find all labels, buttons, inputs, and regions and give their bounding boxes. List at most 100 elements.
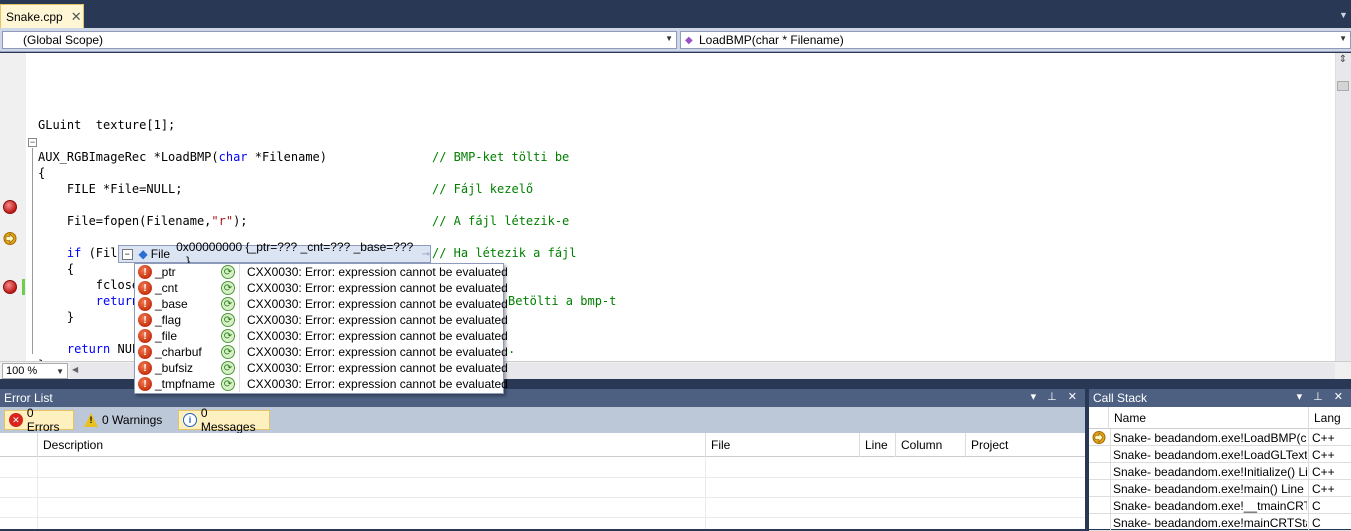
pin-icon[interactable]: ⊸ [422,249,430,260]
member-value: CXX0030: Error: expression cannot be eva… [247,377,508,391]
call-stack-row[interactable]: Snake- beadandom.exe!LoadBMP(char * File… [1089,429,1351,446]
column-header-name[interactable]: Name [1108,407,1308,429]
member-name: _file [155,329,178,343]
call-stack-panel: Call Stack ▾ ⊥ ✕ Name Lang Snake- beadan… [1089,389,1351,531]
column-header-lang[interactable]: Lang [1308,407,1351,429]
chevron-down-icon: ▼ [1339,34,1347,43]
datatip-member-row[interactable]: ! _file ⟳ CXX0030: Error: expression cannot… [135,328,508,344]
column-header-project[interactable]: Project [965,433,1085,457]
frame-language: C++ [1308,463,1351,480]
errors-filter-button[interactable]: ✕ 0 Errors [4,406,74,434]
refresh-icon[interactable]: ⟳ [221,345,235,359]
refresh-icon[interactable]: ⟳ [221,281,235,295]
close-icon[interactable]: ✕ [71,9,82,25]
call-stack-row[interactable]: Snake- beadandom.exe!__tmainCRTStartup()… [1089,497,1351,514]
tab-snake-cpp[interactable]: Snake.cpp ✕ [0,4,84,28]
messages-filter-button[interactable]: i 0 Messages [178,406,270,434]
divider [239,376,240,392]
frame-name: Snake- beadandom.exe!LoadGLTextures() [1110,446,1307,463]
grid-line [0,517,1085,518]
member-value: CXX0030: Error: expression cannot be eva… [247,329,508,343]
column-header-line[interactable]: Line [859,433,895,457]
panel-window-buttons[interactable]: ▾ ⊥ ✕ [1297,390,1347,403]
call-stack-row[interactable]: Snake- beadandom.exe!mainCRTStartup()C [1089,514,1351,531]
info-icon: i [183,413,197,427]
error-icon: ! [138,265,152,279]
method-icon: ◆ [685,35,693,46]
member-name: _tmpfname [155,377,216,391]
divider [239,344,240,360]
frame-name: Snake- beadandom.exe!main() Line 0 [1110,480,1307,497]
vertical-scrollbar[interactable]: ⇕ [1335,53,1351,361]
chevron-down-icon: ▼ [56,367,64,376]
zoom-value: 100 % [6,365,38,377]
member-dropdown[interactable]: ◆ LoadBMP(char * Filename) ▼ [680,31,1351,49]
current-frame-arrow-icon [1092,431,1106,444]
refresh-icon[interactable]: ⟳ [221,377,235,391]
divider [239,360,240,376]
breakpoint-icon[interactable] [3,200,17,214]
frame-language: C++ [1308,480,1351,497]
refresh-icon[interactable]: ⟳ [221,265,235,279]
collapse-icon[interactable]: − [122,248,133,260]
column-header-file[interactable]: File [705,433,859,457]
datatip-header[interactable]: − ◆ File 0x00000000 {_ptr=??? _cnt=??? _… [118,240,431,268]
member-name: _cnt [155,281,178,295]
grid-line [37,457,38,529]
scroll-left-icon[interactable]: ◀ [72,365,78,374]
tab-label: Snake.cpp [6,9,63,24]
member-value: CXX0030: Error: expression cannot be eva… [247,281,508,295]
frame-language: C++ [1308,446,1351,463]
code-line: AUX_RGBImageRec *LoadBMP(char *Filename)… [38,150,570,164]
navigation-bar: (Global Scope) ▼ ◆ LoadBMP(char * Filena… [0,28,1351,52]
error-icon: ! [138,329,152,343]
warnings-filter-button[interactable]: ! 0 Warnings [80,410,172,430]
scrollbar-thumb[interactable] [1337,81,1349,91]
code-line: GLuint texture[1]; [38,118,176,132]
collapse-icon[interactable]: − [28,138,37,147]
column-header-category[interactable] [0,433,37,457]
debugger-datatip: − ◆ File 0x00000000 {_ptr=??? _cnt=??? _… [118,240,508,394]
frame-language: C [1308,514,1351,531]
chevron-down-icon: ▼ [665,34,673,43]
error-icon: ! [138,281,152,295]
datatip-member-row[interactable]: ! _bufsiz ⟳ CXX0030: Error: expression cann… [135,360,508,376]
member-name: _flag [155,313,182,327]
refresh-icon[interactable]: ⟳ [221,361,235,375]
refresh-icon[interactable]: ⟳ [221,313,235,327]
frame-name: Snake- beadandom.exe!LoadBMP(char * File… [1110,429,1307,446]
column-header-column[interactable]: Column [895,433,965,457]
member-value: CXX0030: Error: expression cannot be eva… [247,313,508,327]
document-tab-strip: Snake.cpp ✕ ▼ [0,0,1351,28]
watch-icon: ◆ [138,247,148,261]
breakpoint-icon[interactable] [3,280,17,294]
call-stack-row[interactable]: Snake- beadandom.exe!main() Line 0 C++ [1089,480,1351,497]
divider [239,264,240,280]
member-name: _charbuf [155,345,202,359]
call-stack-row[interactable]: Snake- beadandom.exe!LoadGLTextures()C++ [1089,446,1351,463]
member-name: _bufsiz [155,361,194,375]
member-name: _base [155,297,188,311]
grid-line [0,477,1085,478]
datatip-member-row[interactable]: ! _tmpfname ⟳ CXX0030: Error: expression ca… [135,376,508,392]
zoom-dropdown[interactable]: 100 % ▼ [2,363,68,379]
member-value: CXX0030: Error: expression cannot be eva… [247,297,508,311]
panel-window-buttons[interactable]: ▾ ⊥ ✕ [1031,390,1081,403]
datatip-member-row[interactable]: ! _ptr ⟳ CXX0030: Error: expression cannot … [135,264,508,280]
refresh-icon[interactable]: ⟳ [221,297,235,311]
datatip-member-row[interactable]: ! _flag ⟳ CXX0030: Error: expression cannot… [135,312,508,328]
datatip-member-row[interactable]: ! _base ⟳ CXX0030: Error: expression cannot… [135,296,508,312]
code-line: { [38,166,46,180]
split-handle-icon[interactable]: ⇕ [1337,54,1349,68]
call-stack-row[interactable]: Snake- beadandom.exe!Initialize() Line C+… [1089,463,1351,480]
datatip-members: ! _ptr ⟳ CXX0030: Error: expression cannot … [134,263,508,394]
datatip-member-row[interactable]: ! _cnt ⟳ CXX0030: Error: expression cannot … [135,280,508,296]
error-icon: ✕ [9,413,23,427]
refresh-icon[interactable]: ⟳ [221,329,235,343]
grid-line [705,457,706,529]
warning-icon: ! [84,413,98,427]
scope-dropdown[interactable]: (Global Scope) ▼ [2,31,677,49]
datatip-member-row[interactable]: ! _charbuf ⟳ CXX0030: Error: expression can… [135,344,508,360]
column-header-description[interactable]: Description [37,433,705,457]
tab-dropdown-icon[interactable]: ▼ [1339,10,1349,20]
